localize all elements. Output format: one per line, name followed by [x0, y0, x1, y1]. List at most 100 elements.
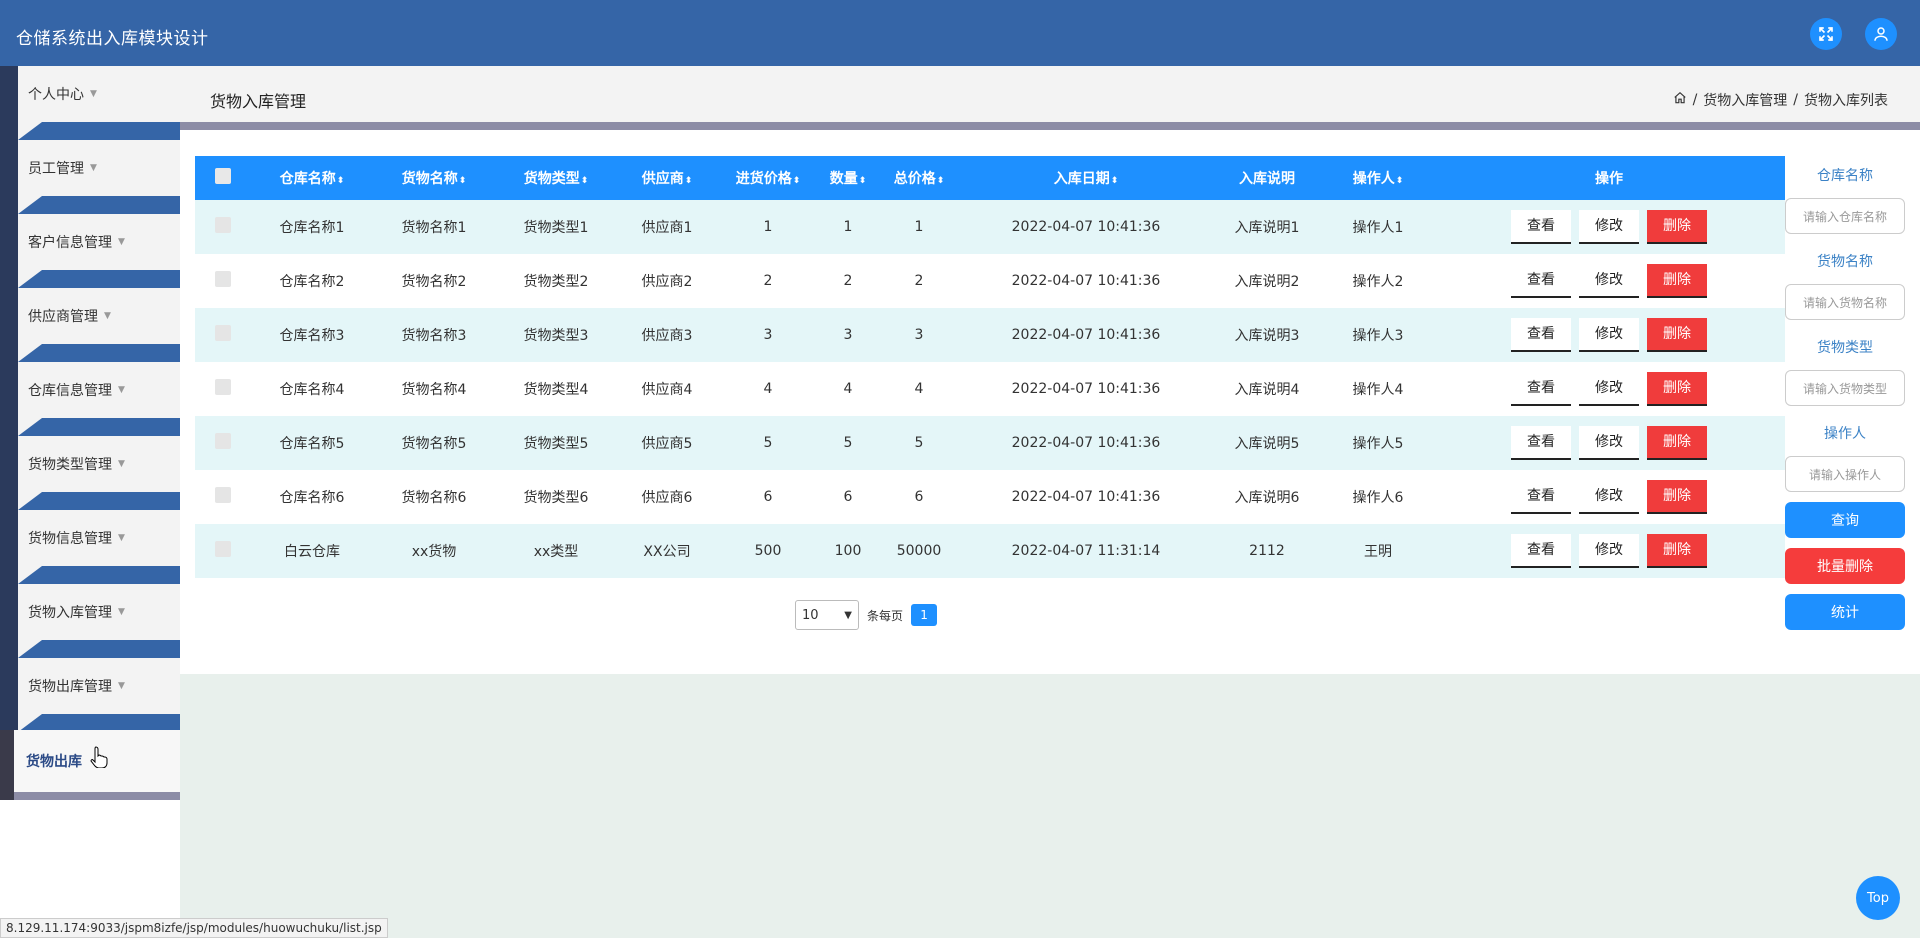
column-header[interactable]: 货物类型⬍ — [495, 156, 617, 200]
delete-button[interactable]: 删除 — [1647, 318, 1707, 352]
table-cell: 供应商6 — [617, 470, 717, 524]
fullscreen-button[interactable] — [1810, 18, 1842, 50]
table-cell: 2 — [819, 254, 877, 308]
table-row: 白云仓库 xx货物 xx类型 XX公司 500 100 50000 2022-04-07 11… — [195, 524, 1785, 578]
row-checkbox[interactable] — [215, 379, 231, 395]
query-button[interactable]: 查询 — [1785, 502, 1905, 538]
view-button[interactable]: 查看 — [1511, 426, 1571, 460]
table-cell: 5 — [717, 416, 819, 470]
sort-icon: ⬍ — [336, 176, 345, 186]
sidebar-item[interactable]: 货物入库管理 ▼ — [0, 584, 180, 658]
status-url: 8.129.11.174:9033/jspm8izfe/jsp/modules/… — [0, 918, 388, 938]
table-cell: 1 — [877, 200, 961, 254]
table-cell: 供应商2 — [617, 254, 717, 308]
column-header[interactable]: 入库日期⬍ — [961, 156, 1211, 200]
select-all-checkbox[interactable] — [215, 168, 231, 184]
delete-button[interactable]: 删除 — [1647, 210, 1707, 244]
search-input-type[interactable]: 请输入货物类型 — [1785, 370, 1905, 406]
home-icon[interactable] — [1673, 91, 1687, 109]
delete-button[interactable]: 删除 — [1647, 480, 1707, 514]
stats-button[interactable]: 统计 — [1785, 594, 1905, 630]
column-header[interactable]: 供应商⬍ — [617, 156, 717, 200]
row-checkbox[interactable] — [215, 217, 231, 233]
table-row: 仓库名称1 货物名称1 货物类型1 供应商1 1 1 1 2022-04-07 10:41:3… — [195, 200, 1785, 254]
table-cell: 操作人3 — [1323, 308, 1433, 362]
view-button[interactable]: 查看 — [1511, 480, 1571, 514]
delete-button[interactable]: 删除 — [1647, 426, 1707, 460]
column-header-label: 入库说明 — [1239, 171, 1295, 187]
view-button[interactable]: 查看 — [1511, 534, 1571, 568]
back-to-top-button[interactable]: Top — [1856, 876, 1900, 920]
column-header[interactable]: 数量⬍ — [819, 156, 877, 200]
page-button[interactable]: 1 — [911, 604, 938, 626]
delete-button[interactable]: 删除 — [1647, 534, 1707, 568]
sidebar-item[interactable]: 客户信息管理 ▼ — [0, 214, 180, 288]
page-size-select[interactable]: 10 ▼ — [795, 600, 859, 630]
breadcrumb: / 货物入库管理 / 货物入库列表 — [1673, 90, 1888, 110]
search-label: 操作人 — [1824, 426, 1866, 442]
sidebar-item[interactable]: 货物类型管理 ▼ — [0, 436, 180, 510]
table-row: 仓库名称6 货物名称6 货物类型6 供应商6 6 6 6 2022-04-07 10:41:3… — [195, 470, 1785, 524]
table-cell: 入库说明2 — [1211, 254, 1323, 308]
sidebar-item[interactable]: 仓库信息管理 ▼ — [0, 362, 180, 436]
delete-button[interactable]: 删除 — [1647, 264, 1707, 298]
column-header[interactable]: 总价格⬍ — [877, 156, 961, 200]
edit-button[interactable]: 修改 — [1579, 372, 1639, 406]
row-checkbox[interactable] — [215, 541, 231, 557]
table-header-row: 仓库名称⬍ 货物名称⬍ 货物类型⬍ 供应商⬍ 进货价格⬍ 数量⬍ 总价格⬍ 入库日期⬍ 入库说明… — [195, 156, 1785, 200]
sidebar-item-label: 货物信息管理 — [28, 531, 112, 547]
edit-button[interactable]: 修改 — [1579, 210, 1639, 244]
column-header[interactable]: 仓库名称⬍ — [251, 156, 373, 200]
table-cell: 货物名称6 — [373, 470, 495, 524]
delete-button[interactable]: 删除 — [1647, 372, 1707, 406]
column-header: 入库说明 — [1211, 156, 1323, 200]
column-header[interactable]: 进货价格⬍ — [717, 156, 819, 200]
row-checkbox[interactable] — [215, 325, 231, 341]
table-cell: 3 — [819, 308, 877, 362]
view-button[interactable]: 查看 — [1511, 372, 1571, 406]
table-cell: 入库说明5 — [1211, 416, 1323, 470]
search-input-warehouse[interactable]: 请输入仓库名称 — [1785, 198, 1905, 234]
view-button[interactable]: 查看 — [1511, 210, 1571, 244]
breadcrumb-item[interactable]: 货物入库管理 — [1703, 90, 1787, 110]
table-cell: 4 — [717, 362, 819, 416]
batch-delete-button[interactable]: 批量删除 — [1785, 548, 1905, 584]
table-cell: 100 — [819, 524, 877, 578]
actions-cell: 查看 修改 删除 — [1433, 254, 1785, 308]
user-button[interactable] — [1865, 18, 1897, 50]
table-cell: 操作人1 — [1323, 200, 1433, 254]
table-cell: 2022-04-07 11:31:14 — [961, 524, 1211, 578]
table-cell: XX公司 — [617, 524, 717, 578]
sidebar-item[interactable]: 货物出库管理 ▼ — [0, 658, 180, 732]
edit-button[interactable]: 修改 — [1579, 264, 1639, 298]
edit-button[interactable]: 修改 — [1579, 318, 1639, 352]
edit-button[interactable]: 修改 — [1579, 534, 1639, 568]
fullscreen-icon — [1819, 27, 1833, 41]
column-header[interactable]: 操作人⬍ — [1323, 156, 1433, 200]
sidebar-item[interactable]: 员工管理 ▼ — [0, 140, 180, 214]
row-checkbox[interactable] — [215, 487, 231, 503]
table-cell: 500 — [717, 524, 819, 578]
edit-button[interactable]: 修改 — [1579, 426, 1639, 460]
sort-icon: ⬍ — [792, 176, 801, 186]
column-header[interactable]: 货物名称⬍ — [373, 156, 495, 200]
row-checkbox[interactable] — [215, 271, 231, 287]
divider — [180, 122, 1920, 130]
sidebar-item[interactable]: 供应商管理 ▼ — [0, 288, 180, 362]
caret-down-icon: ▼ — [90, 163, 97, 173]
table-cell: 操作人4 — [1323, 362, 1433, 416]
table-cell: 1 — [717, 200, 819, 254]
search-input-operator[interactable]: 请输入操作人 — [1785, 456, 1905, 492]
breadcrumb-sep: / — [1692, 92, 1698, 108]
view-button[interactable]: 查看 — [1511, 264, 1571, 298]
view-button[interactable]: 查看 — [1511, 318, 1571, 352]
edit-button[interactable]: 修改 — [1579, 480, 1639, 514]
search-input-goods[interactable]: 请输入货物名称 — [1785, 284, 1905, 320]
row-checkbox[interactable] — [215, 433, 231, 449]
caret-down-icon: ▼ — [118, 459, 125, 469]
table-cell: 货物类型5 — [495, 416, 617, 470]
sidebar-item[interactable]: 个人中心 ▼ — [0, 66, 180, 140]
sidebar-item[interactable]: 货物信息管理 ▼ — [0, 510, 180, 584]
table-cell: 2112 — [1211, 524, 1323, 578]
table-row: 仓库名称3 货物名称3 货物类型3 供应商3 3 3 3 2022-04-07 10:41:3… — [195, 308, 1785, 362]
